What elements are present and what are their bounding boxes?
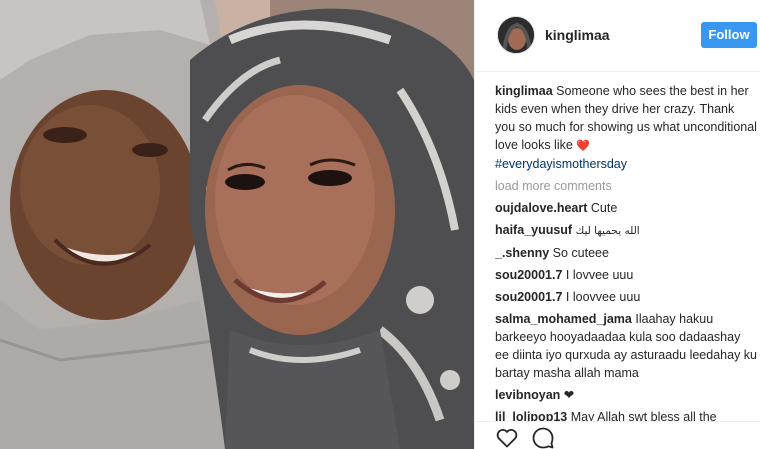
follow-button[interactable]: Follow: [701, 22, 757, 48]
comment-username[interactable]: oujdalove.heart: [495, 201, 587, 215]
post-actions-bar: [475, 421, 760, 449]
comment-bubble-icon[interactable]: [531, 426, 555, 449]
comment-text: I loovvee uuu: [565, 290, 641, 304]
post-photo-image: [0, 0, 474, 449]
comment-item: haifa_yuusuf الله يحميها ليك: [495, 221, 757, 240]
comment-text: So cuteee: [552, 246, 609, 260]
caption-hashtag[interactable]: #everydayismothersday: [495, 157, 627, 171]
red-heart-emoji: ❤️: [576, 140, 591, 152]
caption-username[interactable]: kinglimaa: [495, 84, 553, 98]
comment-item: oujdalove.heart Cute: [495, 199, 757, 217]
comment-username[interactable]: levibnoyan: [495, 388, 560, 402]
comment-bubble-icon-glyph: [532, 427, 554, 449]
comment-username[interactable]: sou20001.7: [495, 290, 562, 304]
comment-username[interactable]: salma_mohamed_jama: [495, 312, 632, 326]
comment-text: ❤: [563, 388, 575, 402]
comment-item: sou20001.7 I lovvee uuu: [495, 266, 757, 284]
instagram-post: kinglimaa Follow kinglimaa Someone who s…: [0, 0, 760, 449]
comment-username[interactable]: sou20001.7: [495, 268, 562, 282]
load-more-comments-link[interactable]: load more comments: [495, 177, 757, 195]
post-author-username[interactable]: kinglimaa: [545, 27, 610, 43]
avatar[interactable]: [497, 16, 535, 54]
heart-icon-glyph: [496, 429, 518, 448]
comment-item: _.shenny So cuteee: [495, 244, 757, 262]
post-header: kinglimaa Follow: [475, 0, 760, 72]
comments-list[interactable]: kinglimaa Someone who sees the best in h…: [495, 82, 757, 422]
avatar-image: [498, 17, 534, 53]
comment-item: levibnoyan ❤: [495, 386, 757, 404]
heart-icon[interactable]: [495, 426, 519, 449]
post-photo[interactable]: [0, 0, 474, 449]
comment-item: sou20001.7 I loovvee uuu: [495, 288, 757, 306]
comment-text: Cute: [590, 201, 618, 215]
post-caption: kinglimaa Someone who sees the best in h…: [495, 82, 757, 173]
comment-item: lil_lolipop13 May Allah swt bless all th…: [495, 408, 757, 422]
post-side-panel: kinglimaa Follow kinglimaa Someone who s…: [474, 0, 760, 449]
comment-username[interactable]: _.shenny: [495, 246, 549, 260]
comment-text: الله يحميها ليك: [575, 225, 640, 237]
comment-username[interactable]: haifa_yuusuf: [495, 223, 572, 237]
comment-item: salma_mohamed_jama Ilaahay hakuu barkeey…: [495, 310, 757, 382]
comment-text: I lovvee uuu: [565, 268, 634, 282]
